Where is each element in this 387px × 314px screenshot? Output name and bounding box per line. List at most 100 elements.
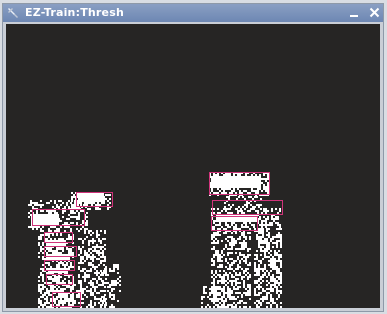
threshold-pixel [247, 250, 249, 252]
threshold-pixel [58, 206, 60, 208]
threshold-pixel [54, 200, 56, 202]
threshold-pixel [235, 224, 237, 226]
threshold-image-canvas[interactable] [6, 24, 380, 308]
threshold-pixel [219, 302, 221, 304]
threshold-pixel [223, 304, 225, 306]
threshold-pixel [48, 262, 50, 264]
threshold-pixel [88, 304, 90, 306]
threshold-pixel [92, 264, 94, 266]
threshold-pixel [54, 280, 56, 282]
app-icon[interactable] [6, 6, 20, 20]
threshold-pixel [233, 276, 235, 278]
threshold-pixel [104, 230, 106, 232]
title-bar[interactable]: EZ-Train:Thresh [3, 4, 383, 22]
threshold-pixel [276, 298, 278, 300]
threshold-pixel [103, 202, 105, 204]
threshold-pixel [219, 288, 221, 290]
threshold-pixel [42, 288, 44, 290]
threshold-pixel [46, 202, 48, 204]
threshold-pixel [251, 174, 253, 176]
threshold-pixel [80, 258, 82, 260]
threshold-pixel [38, 236, 40, 238]
threshold-pixel [70, 254, 72, 256]
threshold-pixel [256, 234, 258, 236]
threshold-pixel [262, 240, 264, 242]
threshold-pixel [245, 258, 247, 260]
threshold-pixel [235, 242, 237, 244]
threshold-pixel [227, 262, 229, 264]
threshold-pixel [243, 246, 245, 248]
threshold-pixel [221, 298, 223, 300]
threshold-pixel [213, 286, 215, 288]
threshold-pixel [42, 284, 44, 286]
threshold-pixel [237, 228, 239, 230]
threshold-pixel [100, 270, 102, 272]
threshold-pixel [28, 204, 30, 206]
threshold-pixel [80, 280, 82, 282]
threshold-pixel [260, 260, 262, 262]
threshold-pixel [56, 264, 58, 266]
threshold-pixel [62, 280, 64, 282]
threshold-pixel [105, 278, 107, 280]
threshold-pixel [231, 274, 233, 276]
threshold-pixel [223, 294, 225, 296]
threshold-pixel [254, 290, 256, 292]
threshold-pixel [48, 290, 50, 292]
threshold-pixel [239, 242, 241, 244]
threshold-pixel [262, 298, 264, 300]
threshold-pixel [66, 286, 68, 288]
threshold-pixel [70, 230, 72, 232]
threshold-pixel [227, 268, 229, 270]
threshold-pixel [213, 264, 215, 266]
threshold-pixel [231, 192, 233, 194]
threshold-pixel [278, 278, 280, 280]
threshold-pixel [243, 244, 245, 246]
threshold-pixel [260, 268, 262, 270]
threshold-pixel [56, 290, 58, 292]
threshold-pixel [235, 260, 237, 262]
threshold-pixel [60, 234, 62, 236]
threshold-pixel [217, 256, 219, 258]
threshold-pixel [70, 264, 72, 266]
threshold-pixel [109, 194, 111, 196]
threshold-pixel [274, 260, 276, 262]
threshold-pixel [237, 302, 239, 304]
threshold-pixel [40, 304, 42, 306]
threshold-pixel [48, 210, 50, 212]
close-icon[interactable] [368, 6, 381, 19]
threshold-pixel [80, 250, 82, 252]
threshold-pixel [271, 216, 273, 218]
threshold-pixel [90, 252, 92, 254]
threshold-pixel [40, 300, 42, 302]
threshold-pixel [219, 190, 221, 192]
threshold-pixel [241, 248, 243, 250]
threshold-pixel [87, 202, 89, 204]
threshold-pixel [205, 286, 207, 288]
threshold-pixel [72, 222, 74, 224]
threshold-pixel [68, 268, 70, 270]
threshold-pixel [62, 304, 64, 306]
threshold-pixel [38, 238, 40, 240]
threshold-pixel [82, 302, 84, 304]
threshold-pixel [58, 296, 60, 298]
threshold-pixel [221, 304, 223, 306]
threshold-pixel [80, 202, 82, 204]
threshold-pixel [60, 200, 62, 202]
minimize-icon[interactable] [348, 6, 361, 19]
threshold-pixel [225, 300, 227, 302]
threshold-pixel [227, 240, 229, 242]
threshold-pixel [211, 190, 213, 192]
threshold-pixel [274, 278, 276, 280]
threshold-pixel [58, 302, 60, 304]
threshold-pixel [215, 276, 217, 278]
threshold-pixel [213, 256, 215, 258]
threshold-pixel [223, 306, 225, 308]
threshold-pixel [276, 288, 278, 290]
threshold-pixel [231, 232, 233, 234]
threshold-pixel [215, 252, 217, 254]
threshold-pixel [72, 252, 74, 254]
threshold-pixel [42, 280, 44, 282]
threshold-pixel [58, 280, 60, 282]
threshold-pixel [215, 242, 217, 244]
threshold-pixel [92, 282, 94, 284]
